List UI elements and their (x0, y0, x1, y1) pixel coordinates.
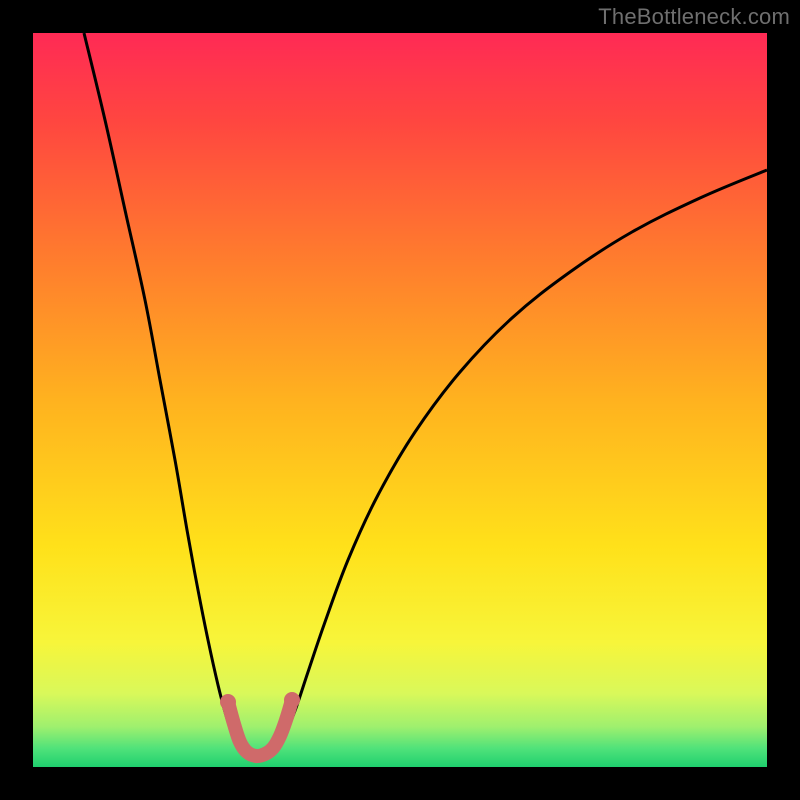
bottleneck-chart (0, 0, 800, 800)
trough-highlight-endpoint (284, 692, 300, 708)
trough-highlight-endpoint (220, 694, 236, 710)
watermark-text: TheBottleneck.com (598, 4, 790, 30)
plot-background (33, 33, 767, 767)
chart-frame: { "watermark": "TheBottleneck.com", "cha… (0, 0, 800, 800)
